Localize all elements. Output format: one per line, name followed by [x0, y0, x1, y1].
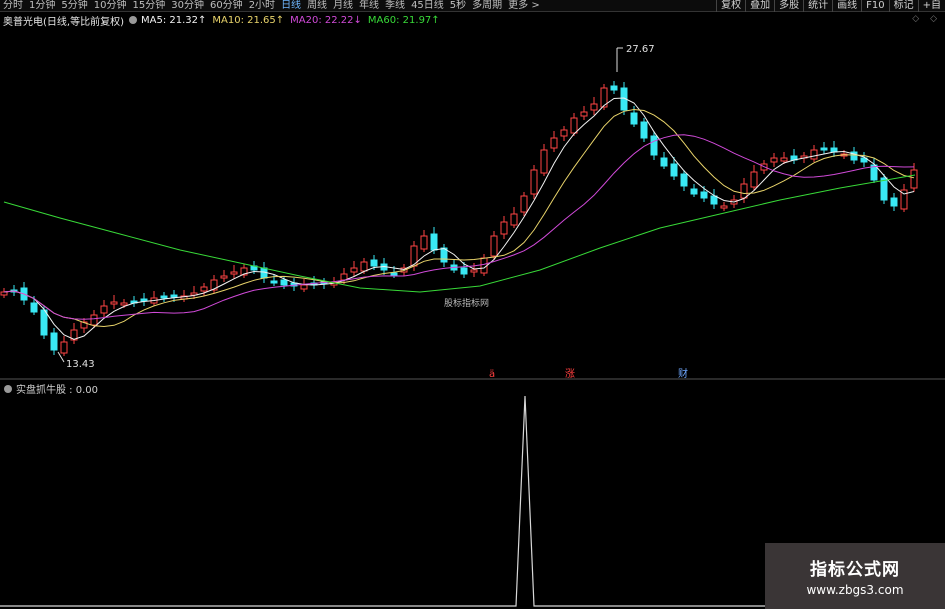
candle-body: [560, 129, 568, 137]
event-marker-1[interactable]: ä: [489, 369, 495, 380]
candle-body: [710, 195, 718, 205]
candle-body: [370, 259, 378, 267]
candle-body: [140, 298, 148, 302]
sub-indicator-header: 实盘抓牛股 : 0.00: [4, 381, 98, 396]
candle-body: [890, 197, 898, 207]
event-marker-2[interactable]: 涨: [565, 368, 575, 380]
candle-body: [690, 188, 698, 195]
candle-body: [510, 213, 518, 226]
candle-body: [520, 195, 528, 213]
candle-body: [530, 169, 538, 195]
candle-body: [820, 147, 828, 151]
low-price-label: 13.43: [66, 359, 95, 370]
candle-body: [610, 85, 618, 91]
candle-body: [570, 117, 578, 134]
candle-body: [780, 157, 788, 162]
candle-body: [230, 271, 238, 275]
candle-body: [910, 169, 918, 189]
candle-body: [420, 235, 428, 250]
candlestick-series: [0, 81, 918, 356]
candle-body: [700, 191, 708, 199]
candle-body: [680, 173, 688, 187]
event-marker-3[interactable]: 财: [678, 367, 688, 380]
ma10-line: [3, 108, 915, 328]
candle-body: [200, 286, 208, 292]
kline-chart[interactable]: 27.67 13.43 股标指标网 ä 涨 财: [0, 0, 945, 609]
candle-body: [50, 332, 58, 351]
candle-body: [60, 341, 68, 354]
candle-body: [390, 272, 398, 276]
logo-title: 指标公式网: [810, 560, 900, 580]
ma60-line: [3, 174, 916, 293]
candle-body: [580, 111, 588, 117]
candle-body: [720, 205, 728, 209]
candle-body: [740, 183, 748, 199]
candle-body: [340, 273, 348, 281]
chart-annotations: 27.67 13.43 股标指标网 ä 涨 财: [57, 44, 688, 380]
candle-body: [90, 314, 98, 326]
candle-body: [550, 137, 558, 149]
indicator-spike-line: [0, 395, 765, 607]
candle-body: [100, 305, 108, 314]
candle-body: [120, 302, 128, 306]
candle-body: [500, 221, 508, 235]
candle-body: [40, 309, 48, 336]
candle-body: [650, 135, 658, 156]
sub-indicator-label: 实盘抓牛股 : 0.00: [16, 385, 98, 396]
candle-body: [300, 284, 308, 290]
candle-body: [540, 149, 548, 174]
candle-body: [750, 171, 758, 188]
candle-body: [640, 121, 648, 139]
candle-body: [170, 294, 178, 298]
candle-body: [770, 157, 778, 163]
candle-body: [670, 163, 678, 177]
candle-body: [630, 112, 638, 125]
candle-body: [590, 103, 598, 111]
candle-body: [30, 302, 38, 313]
candle-body: [270, 280, 278, 284]
candle-body: [660, 157, 668, 167]
candle-body: [490, 235, 498, 257]
candle-body: [480, 257, 488, 274]
candle-body: [360, 261, 368, 272]
candle-body: [220, 275, 228, 279]
candle-body: [350, 267, 358, 273]
candle-body: [0, 291, 8, 296]
sub-indicator-pane: [0, 395, 765, 607]
candle-body: [430, 233, 438, 251]
watermark-text: 股标指标网: [444, 297, 489, 309]
candle-body: [470, 269, 478, 273]
candle-body: [880, 177, 888, 201]
candle-body: [110, 301, 118, 305]
logo-url: www.zbgs3.com: [806, 583, 904, 597]
sub-indicator-settings-icon[interactable]: [4, 384, 12, 393]
high-price-label: 27.67: [626, 44, 655, 55]
candle-body: [160, 295, 168, 299]
candle-body: [280, 279, 288, 286]
candle-body: [460, 267, 468, 275]
candle-body: [810, 149, 818, 160]
site-logo: 指标公式网 www.zbgs3.com: [765, 543, 945, 609]
